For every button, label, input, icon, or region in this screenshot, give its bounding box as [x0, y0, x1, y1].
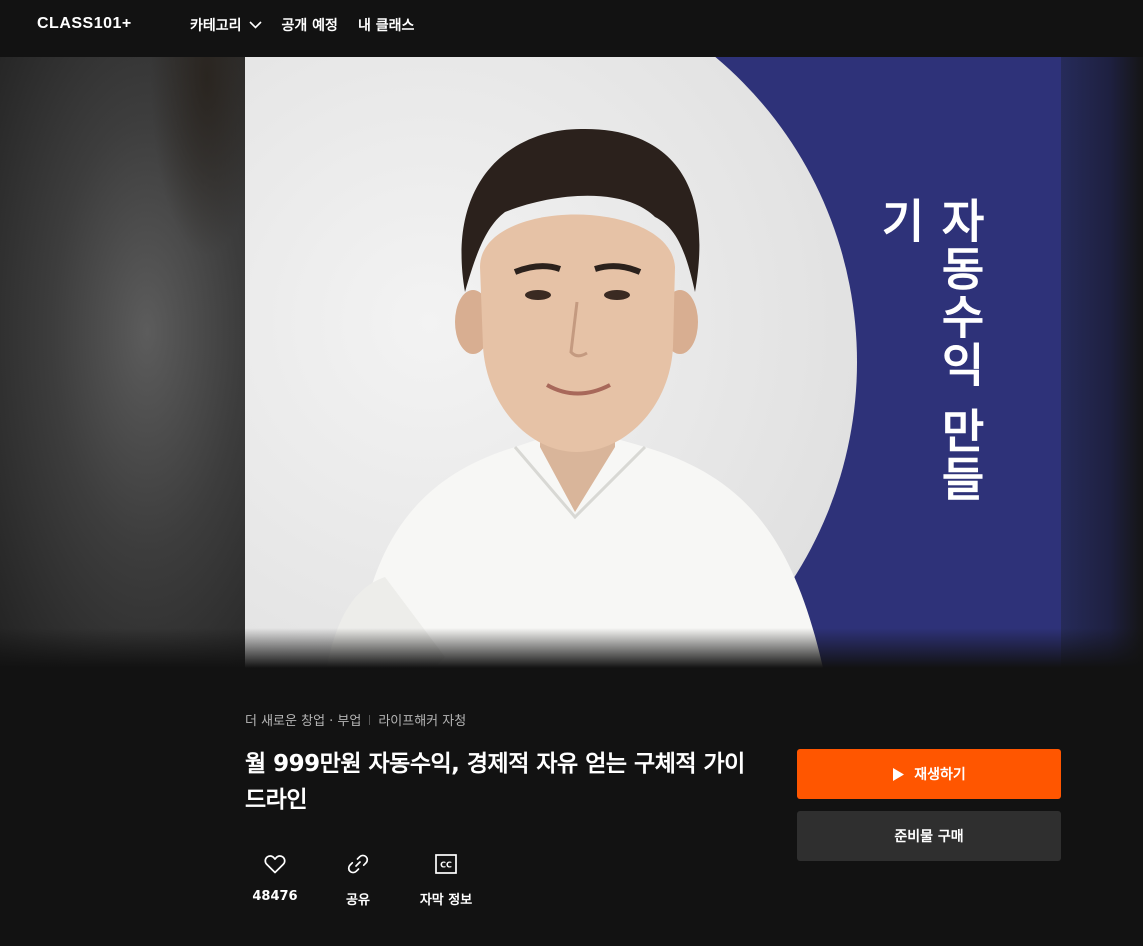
- main-nav: 카테고리 공개 예정 내 클래스: [190, 15, 434, 35]
- hero-backdrop-left: [0, 57, 245, 668]
- buy-supplies-button[interactable]: 준비물 구매: [797, 811, 1061, 861]
- course-thumbnail[interactable]: 자동수익 만들기: [245, 57, 1061, 668]
- course-actions: 48476 공유 CC 자막 정보: [245, 850, 504, 908]
- play-button[interactable]: 재생하기: [797, 749, 1061, 799]
- course-category-line: 더 새로운 창업 · 부업 라이프해커 자청: [245, 710, 466, 729]
- course-creator[interactable]: 라이프해커 자청: [378, 710, 466, 729]
- nav-upcoming-label: 공개 예정: [281, 18, 338, 34]
- subtitle-info-button[interactable]: CC 자막 정보: [411, 850, 481, 908]
- hero-bottom-fade: [0, 628, 1143, 668]
- svg-text:CC: CC: [440, 861, 452, 870]
- nav-my-class-label: 내 클래스: [357, 18, 415, 34]
- hero-backdrop-right: [1061, 57, 1143, 668]
- link-icon: [347, 854, 369, 874]
- share-label: 공유: [346, 893, 370, 908]
- top-header: CLASS101+ 카테고리 공개 예정 내 클래스: [0, 0, 1143, 57]
- like-count: 48476: [252, 889, 298, 904]
- play-button-label: 재생하기: [914, 767, 966, 783]
- play-icon: [893, 767, 905, 781]
- share-button[interactable]: 공유: [328, 850, 388, 908]
- cc-icon: CC: [435, 854, 457, 874]
- course-category[interactable]: 더 새로운 창업 · 부업: [245, 710, 361, 729]
- nav-category[interactable]: 카테고리: [190, 15, 262, 35]
- nav-category-label: 카테고리: [190, 18, 242, 34]
- divider: [369, 714, 371, 725]
- instructor-photo: [326, 128, 823, 668]
- like-button[interactable]: 48476: [245, 850, 305, 908]
- buy-supplies-label: 준비물 구매: [894, 829, 964, 845]
- thumbnail-title: 자동수익 만들기: [873, 197, 987, 504]
- heart-icon: [264, 855, 286, 874]
- nav-my-class[interactable]: 내 클래스: [358, 15, 414, 35]
- nav-upcoming[interactable]: 공개 예정: [282, 15, 338, 35]
- subtitle-info-label: 자막 정보: [419, 893, 473, 908]
- hero-banner: 자동수익 만들기: [0, 57, 1143, 668]
- chevron-down-icon: [248, 21, 262, 29]
- course-title: 월 999만원 자동수익, 경제적 자유 얻는 구체적 가이드라인: [245, 751, 745, 813]
- class101-logo[interactable]: CLASS101+: [37, 15, 132, 33]
